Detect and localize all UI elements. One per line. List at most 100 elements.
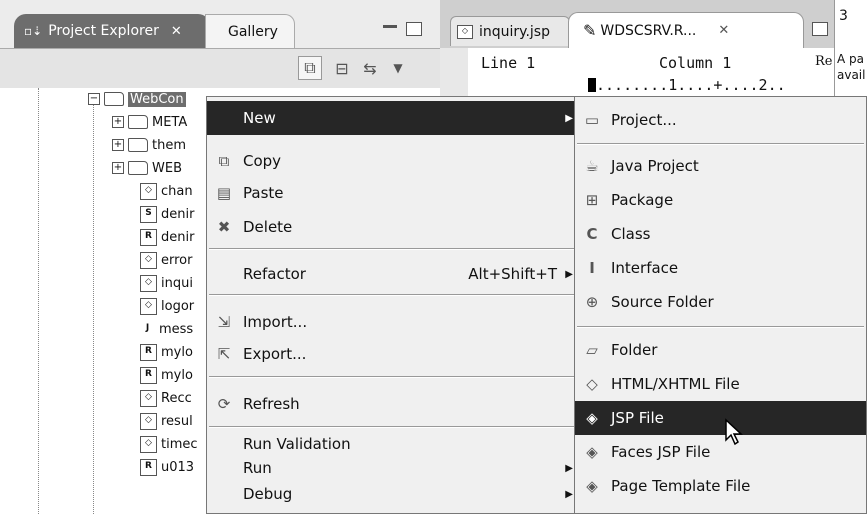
- menu-item-export[interactable]: ⇱ Export...: [207, 337, 579, 371]
- tree-item-label: timec: [161, 436, 198, 452]
- tree-item[interactable]: R mylo: [140, 364, 193, 386]
- record-file-icon: R: [140, 366, 157, 384]
- folder-open-icon: [104, 92, 124, 106]
- class-icon: C: [586, 225, 598, 243]
- record-file-icon: R: [140, 458, 157, 476]
- tab-project-explorer[interactable]: ▫⇣ Project Explorer ✕: [14, 14, 210, 48]
- maximize-icon[interactable]: [406, 22, 422, 36]
- collapse-all-icon[interactable]: ⧉: [298, 56, 322, 80]
- tree-item[interactable]: ◇ resul: [140, 410, 193, 432]
- close-icon[interactable]: ✕: [718, 23, 729, 38]
- tree-item-label: META: [152, 114, 188, 130]
- html-file-icon: ◇: [140, 435, 157, 453]
- tree-item[interactable]: R mylo: [140, 341, 193, 363]
- menu-separator: [209, 376, 577, 378]
- tab-gallery[interactable]: Gallery: [205, 14, 295, 48]
- folder-icon: [128, 115, 148, 129]
- tree-item-webcontent[interactable]: − WebCon: [88, 88, 186, 110]
- explorer-toolbar: ⧉ ⊟ ⇆ ▼: [0, 48, 440, 88]
- panel-text: avail: [837, 68, 866, 82]
- tab-inquiry-jsp[interactable]: ◇ inquiry.jsp: [450, 16, 570, 46]
- view-menu-chevron-down-icon[interactable]: ▼: [386, 56, 410, 80]
- tree-item-label: Recc: [161, 390, 192, 406]
- tree-item[interactable]: R u013: [140, 456, 194, 478]
- expand-icon[interactable]: +: [112, 139, 124, 151]
- panel-tab-label[interactable]: 3: [839, 8, 848, 24]
- menu-item-java-project[interactable]: ☕ Java Project: [575, 149, 866, 183]
- maximize-icon[interactable]: [812, 22, 828, 36]
- menu-item-page-template-file[interactable]: ◈ Page Template File: [575, 469, 866, 503]
- tab-wdscsrv[interactable]: ✎ WDSCSRV.R... ✕: [568, 12, 804, 48]
- html-file-icon: ◇: [140, 274, 157, 292]
- menu-separator: [577, 143, 864, 145]
- tab-label: inquiry.jsp: [479, 23, 550, 40]
- context-menu: New ▶ ⧉ Copy ▤ Paste ✖ Delete Refactor A…: [206, 96, 580, 514]
- shortcut-label: Alt+Shift+T: [468, 265, 557, 283]
- menu-item-refactor[interactable]: Refactor Alt+Shift+T ▶: [207, 257, 579, 291]
- import-icon: ⇲: [217, 313, 231, 331]
- sync-icon[interactable]: ⇆: [358, 56, 382, 80]
- menu-item-interface[interactable]: I Interface: [575, 251, 866, 285]
- cursor-block: [588, 78, 596, 92]
- tree-item-label: mylo: [161, 367, 193, 383]
- submenu-arrow-icon: ▶: [565, 268, 573, 280]
- project-icon: ▭: [584, 111, 600, 129]
- panel-text: A pa: [837, 52, 864, 66]
- collapse-icon[interactable]: −: [88, 93, 100, 105]
- project-explorer-icon: ▫⇣: [24, 24, 43, 38]
- page-template-icon: ◈: [586, 477, 598, 495]
- menu-item-project[interactable]: ▭ Project...: [575, 103, 866, 137]
- tree-item-label: chan: [161, 183, 193, 199]
- menu-separator: [577, 326, 864, 328]
- interface-icon: I: [589, 259, 595, 277]
- tree-item[interactable]: + them: [112, 134, 186, 156]
- menu-item-class[interactable]: C Class: [575, 217, 866, 251]
- tree-item[interactable]: J mess: [140, 318, 193, 340]
- tree-item[interactable]: S denir: [140, 203, 194, 225]
- menu-item-new[interactable]: New ▶: [207, 101, 579, 135]
- tree-item[interactable]: ◇ inqui: [140, 272, 193, 294]
- tree-item-label: error: [161, 252, 193, 268]
- menu-item-copy[interactable]: ⧉ Copy: [207, 144, 579, 178]
- faces-jsp-icon: ◈: [586, 443, 598, 461]
- expand-icon[interactable]: +: [112, 162, 124, 174]
- menu-item-import[interactable]: ⇲ Import...: [207, 305, 579, 339]
- tree-item[interactable]: R denir: [140, 226, 194, 248]
- menu-item-package[interactable]: ⊞ Package: [575, 183, 866, 217]
- minimize-icon[interactable]: [382, 22, 398, 36]
- menu-item-paste[interactable]: ▤ Paste: [207, 176, 579, 210]
- menu-item-folder[interactable]: ▱ Folder: [575, 333, 866, 367]
- menu-item-source-folder[interactable]: ⊕ Source Folder: [575, 285, 866, 319]
- paste-icon: ▤: [216, 184, 232, 202]
- jsp-file-icon: ◇: [457, 24, 473, 39]
- line-indicator: Line 1: [481, 54, 536, 72]
- view-controls: [382, 22, 434, 38]
- menu-item-debug[interactable]: Debug ▶: [207, 477, 579, 511]
- menu-separator: [209, 294, 577, 296]
- expand-icon[interactable]: +: [112, 116, 124, 128]
- tree-item[interactable]: ◇ error: [140, 249, 192, 271]
- tree-item[interactable]: ◇ Recc: [140, 387, 192, 409]
- menu-item-refresh[interactable]: ⟳ Refresh: [207, 387, 579, 421]
- tree-item[interactable]: ◇ timec: [140, 433, 198, 455]
- menu-item-delete[interactable]: ✖ Delete: [207, 210, 579, 244]
- menu-item-html-file[interactable]: ◇ HTML/XHTML File: [575, 367, 866, 401]
- html-file-icon: ◇: [140, 182, 157, 200]
- menu-item-faces-jsp-file[interactable]: ◈ Faces JSP File: [575, 435, 866, 469]
- re-indicator: Re: [815, 54, 833, 69]
- tree-item-label: resul: [161, 413, 193, 429]
- column-indicator: Column 1: [659, 54, 732, 72]
- tree-item[interactable]: + META: [112, 111, 187, 133]
- close-icon[interactable]: ✕: [171, 24, 182, 39]
- tree-item[interactable]: ◇ logor: [140, 295, 194, 317]
- new-submenu: ▭ Project... ☕ Java Project ⊞ Package C …: [574, 96, 867, 514]
- tree-item[interactable]: ◇ chan: [140, 180, 193, 202]
- folder-icon: ▱: [586, 341, 598, 359]
- tree-item[interactable]: + WEB: [112, 157, 182, 179]
- tree-item-label: denir: [161, 206, 195, 222]
- menu-item-jsp-file[interactable]: ◈ JSP File: [575, 401, 866, 435]
- tree-item-label: WebCon: [128, 91, 186, 107]
- link-with-editor-icon[interactable]: ⊟: [330, 56, 354, 80]
- tree-item-label: WEB: [152, 160, 182, 176]
- sql-file-icon: S: [140, 205, 157, 223]
